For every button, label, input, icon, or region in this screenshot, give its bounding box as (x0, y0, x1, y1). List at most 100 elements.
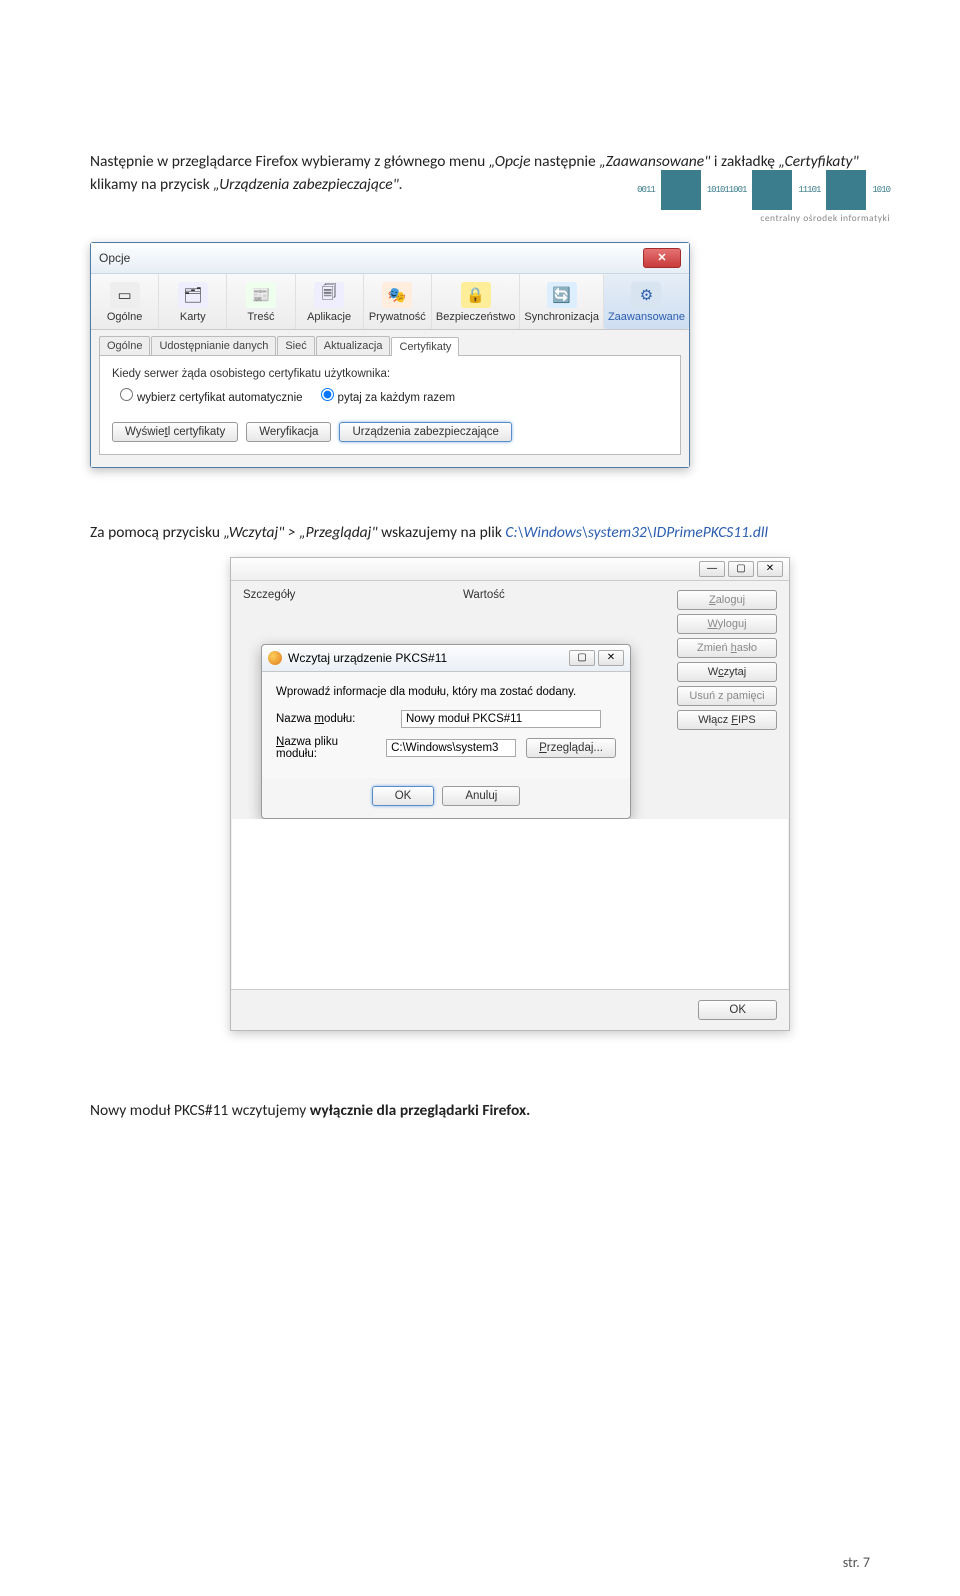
enable-fips-button[interactable]: Włącz FIPS (677, 710, 777, 730)
p1-t4: klikamy na przycisk (90, 175, 213, 194)
logo-block-o (752, 170, 792, 210)
inner-body: Wprowadź informacje dla modułu, który ma… (262, 672, 630, 778)
cert-question-label: Kiedy serwer żąda osobistego certyfikatu… (112, 368, 668, 380)
p1-opcje: „Opcje (489, 152, 531, 171)
dialog-title: Opcje (99, 251, 130, 265)
close-icon[interactable]: ✕ (643, 248, 681, 268)
ok-button[interactable]: OK (372, 786, 435, 806)
privacy-icon: 🎭 (382, 282, 412, 308)
tab-prywatnosc[interactable]: 🎭 Prywatność (364, 274, 432, 329)
security-devices-button[interactable]: Urządzenia zabezpieczające (339, 422, 511, 442)
radio-auto-label: wybierz certyfikat automatycznie (137, 392, 303, 404)
logo-binary-m2: 11101 (798, 185, 820, 195)
header-logo: 0011 101011001 11101 1010 centralny ośro… (637, 170, 890, 224)
load-button[interactable]: Wczytaj (677, 662, 777, 682)
inner-description: Wprowadź informacje dla modułu, który ma… (276, 686, 616, 698)
logout-button[interactable]: Wyloguj (677, 614, 777, 634)
tab-tresc[interactable]: 📰 Treść (227, 274, 295, 329)
logo-block-c (661, 170, 701, 210)
p1-zaaw: „Zaawansowane" (599, 152, 710, 171)
unload-label: Usuń z pamięci (689, 690, 764, 702)
subtab-ogolne[interactable]: Ogólne (99, 336, 150, 355)
inner-maximize-icon[interactable]: ▢ (569, 650, 595, 666)
change-password-button[interactable]: Zmień hasło (677, 638, 777, 658)
radio-row: wybierz certyfikat automatycznie pytaj z… (112, 388, 668, 404)
subtab-certyfikaty[interactable]: Certyfikaty (391, 337, 459, 356)
cert-buttons: Wyświetl certyfikaty Weryfikacja Urządze… (112, 422, 668, 442)
p1-t1: Następnie w przeglądarce Firefox wybiera… (90, 152, 489, 171)
subtab-aktualizacja[interactable]: Aktualizacja (316, 336, 391, 355)
subtab-siec[interactable]: Sieć (277, 336, 314, 355)
inner-close-icon[interactable]: ✕ (598, 650, 624, 666)
gear-icon: ⚙ (631, 282, 661, 308)
verify-button[interactable]: Weryfikacja (246, 422, 331, 442)
dialog-footer (91, 455, 689, 467)
subtab-udostepnianie[interactable]: Udostępnianie danych (151, 336, 276, 355)
security-icon: 🔒 (461, 282, 491, 308)
logo-binary-right: 1010 (872, 185, 890, 195)
show-certs-label: Wyświetl certyfikaty (125, 426, 225, 438)
module-file-row: Nazwa pliku modułu: Przeglądaj... (276, 736, 616, 760)
logo-binary-m1: 101011001 (707, 185, 747, 195)
spacer (232, 819, 788, 989)
sync-icon: 🔄 (547, 282, 577, 308)
module-name-row: Nazwa modułu: (276, 710, 616, 728)
maximize-icon[interactable]: ▢ (728, 561, 754, 577)
side-buttons: Zaloguj Wyloguj Zmień hasło Wczytaj Usuń… (677, 590, 777, 730)
device-manager-dialog: — ▢ ✕ Szczegóły Wartość Zaloguj Wyloguj … (230, 557, 790, 1031)
paragraph-2: Za pomocą przycisku „Wczytaj" > „Przeglą… (90, 523, 870, 542)
load-pkcs11-dialog: Wczytaj urządzenie PKCS#11 ▢ ✕ Wprowadź … (261, 644, 631, 819)
lbl-aplikacje: Aplikacje (307, 311, 351, 323)
page-number: str. 7 (843, 1554, 870, 1571)
tabs-icon: 🗂 (178, 282, 208, 308)
tab-aplikacje[interactable]: 🗐 Aplikacje (296, 274, 364, 329)
logo-graphic: 0011 101011001 11101 1010 (637, 170, 890, 210)
logo-block-i (826, 170, 866, 210)
radio-ask[interactable]: pytaj za każdym razem (321, 388, 456, 404)
paragraph-3: Nowy moduł PKCS#11 wczytujemy wyłącznie … (90, 1101, 870, 1120)
lbl-bezp: Bezpieczeństwo (436, 311, 516, 323)
module-file-input[interactable] (386, 739, 516, 757)
inner-titlebar: Wczytaj urządzenie PKCS#11 ▢ ✕ (262, 645, 630, 672)
lbl-karty: Karty (180, 311, 206, 323)
tab-karty[interactable]: 🗂 Karty (159, 274, 227, 329)
titlebar2: — ▢ ✕ (231, 558, 789, 581)
general-icon: ▭ (110, 282, 140, 308)
module-file-label: Nazwa pliku modułu: (276, 736, 376, 760)
p1-urz: „Urządzenia zabezpieczające". (213, 175, 403, 194)
p2-t2: wskazujemy na plik (381, 523, 505, 542)
close-icon[interactable]: ✕ (757, 561, 783, 577)
content-icon: 📰 (246, 282, 276, 308)
unload-button[interactable]: Usuń z pamięci (677, 686, 777, 706)
apps-icon: 🗐 (314, 282, 344, 308)
login-button[interactable]: Zaloguj (677, 590, 777, 610)
browse-button[interactable]: Przeglądaj... (526, 738, 616, 758)
minimize-icon[interactable]: — (699, 561, 725, 577)
firefox-icon (268, 651, 282, 665)
p2-path: C:\Windows\system32\IDPrimePKCS11.dll (505, 523, 768, 542)
show-certs-button[interactable]: Wyświetl certyfikaty (112, 422, 238, 442)
module-name-input[interactable] (401, 710, 601, 728)
cancel-button[interactable]: Anuluj (442, 786, 520, 806)
tab-ogolne[interactable]: ▭Ogólne (91, 274, 159, 329)
inner-footer: OK Anuluj (262, 778, 630, 818)
p3-t1: Nowy moduł PKCS#11 wczytujemy (90, 1101, 310, 1120)
lbl-zaaw: Zaawansowane (608, 311, 685, 323)
bottom-bar: OK (231, 989, 789, 1030)
col-wartosc: Wartość (463, 589, 505, 601)
lbl-tresc: Treść (247, 311, 274, 323)
p1-t2: następnie (534, 152, 599, 171)
tab-bezpieczenstwo[interactable]: 🔒 Bezpieczeństwo (432, 274, 521, 329)
radio-auto[interactable]: wybierz certyfikat automatycznie (120, 388, 303, 404)
inner-title-text: Wczytaj urządzenie PKCS#11 (288, 651, 447, 665)
tab-synchronizacja[interactable]: 🔄 Synchronizacja (520, 274, 604, 329)
logo-binary-left: 0011 (637, 185, 655, 195)
lbl-sync: Synchronizacja (524, 311, 599, 323)
inner-title-right: ▢ ✕ (569, 650, 624, 666)
cert-panel: Kiedy serwer żąda osobistego certyfikatu… (99, 355, 681, 455)
dialog-ok-button[interactable]: OK (698, 1000, 777, 1020)
p3-bold: wyłącznie dla przeglądarki Firefox. (310, 1101, 531, 1120)
p2-wcz: „Wczytaj" > „Przeglądaj" (224, 523, 378, 542)
lbl-pryw: Prywatność (369, 311, 426, 323)
tab-zaawansowane[interactable]: ⚙ Zaawansowane (604, 274, 689, 329)
